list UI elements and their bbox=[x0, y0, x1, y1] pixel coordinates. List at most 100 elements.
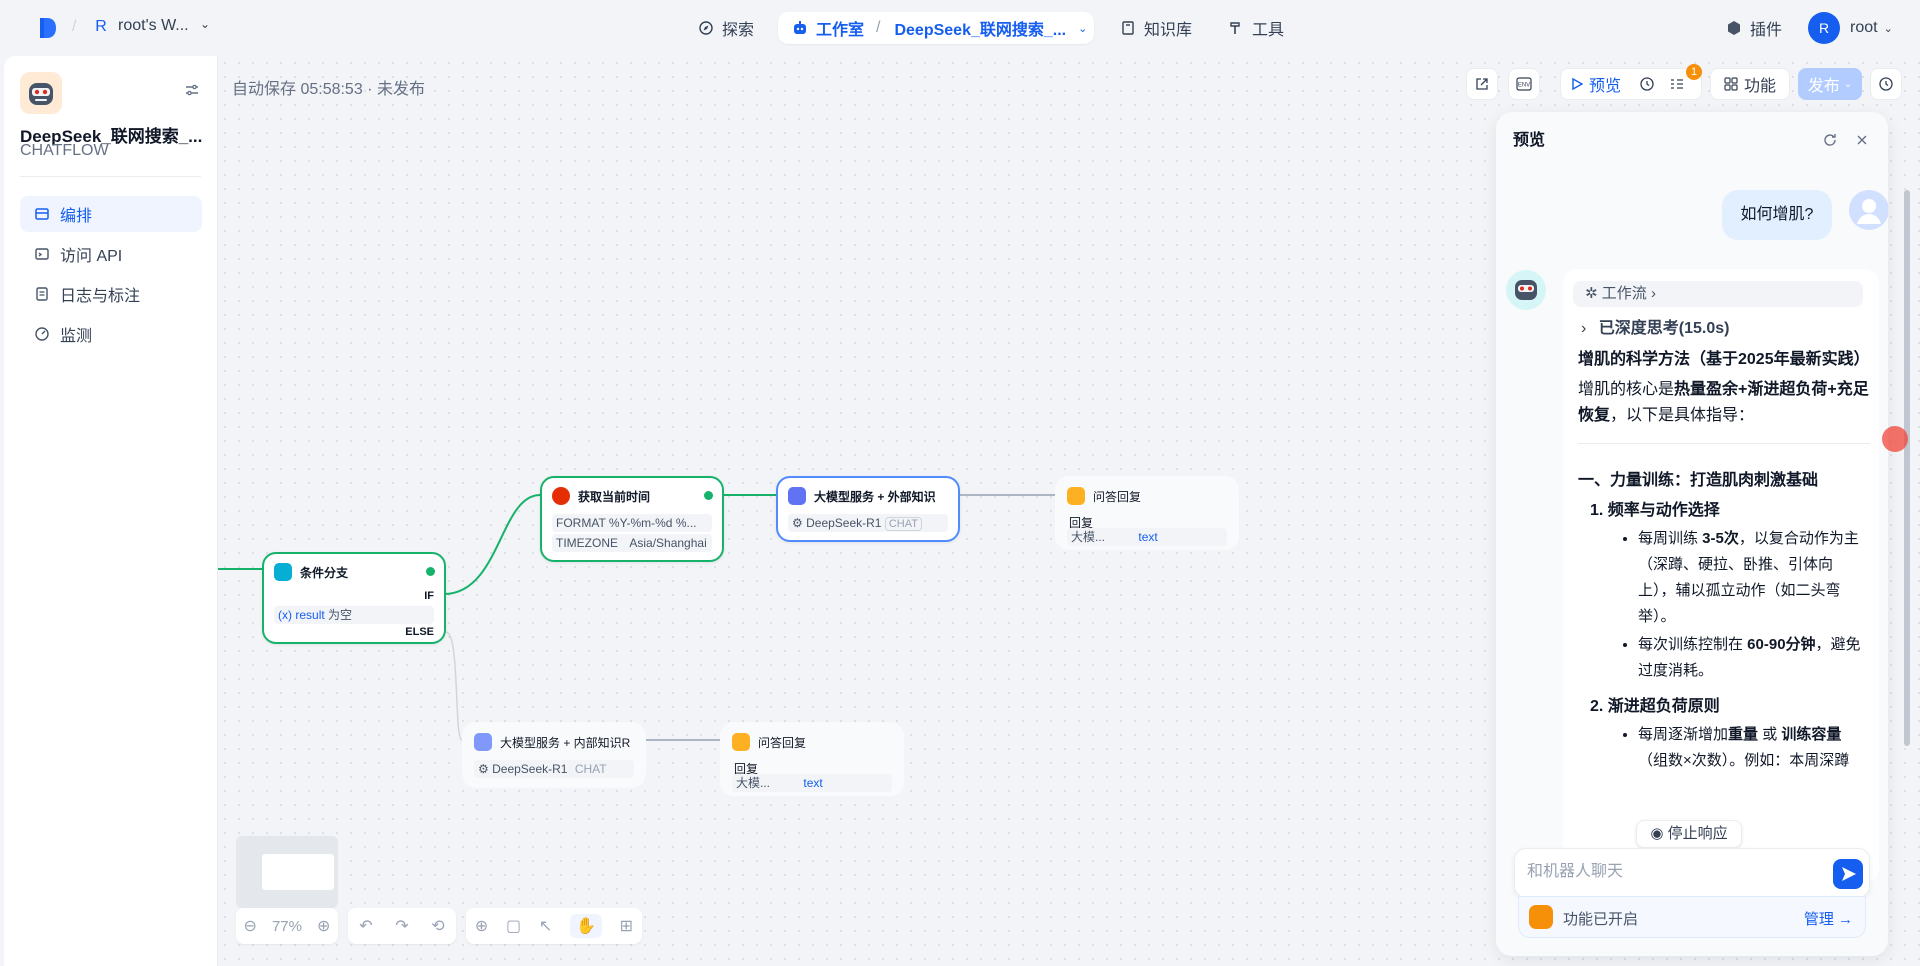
close-icon[interactable] bbox=[1854, 132, 1870, 148]
answer-icon bbox=[732, 733, 750, 751]
features-icon bbox=[1529, 905, 1553, 929]
refresh-icon[interactable] bbox=[1822, 132, 1838, 148]
panel-title: 预览 bbox=[1513, 132, 1546, 149]
bot-message: ✲ 工作流 › › 已深度思考(15.0s) 增肌的科学方法（基于2025年最新… bbox=[1563, 269, 1879, 883]
model-name: DeepSeek-R1 bbox=[806, 516, 882, 530]
scrollbar[interactable] bbox=[1904, 190, 1910, 746]
item-bold: 重量 bbox=[1728, 726, 1759, 743]
user-icon bbox=[1857, 199, 1881, 224]
model-row: ⚙ DeepSeek-R1 CHAT bbox=[474, 760, 634, 778]
manage-label: 管理 bbox=[1803, 911, 1834, 928]
node-current-time[interactable]: 获取当前时间 FORMAT %Y-%m-%d %... TIMEZONE Asi… bbox=[540, 476, 724, 562]
format-key: FORMAT bbox=[556, 516, 606, 530]
node-header: 大模型服务 + 外部知识 bbox=[788, 487, 936, 505]
list-item: 每周训练 3-5次，以复合动作为主（深蹲、硬拉、卧推、引体向上），辅以孤立动作（… bbox=[1638, 526, 1870, 630]
history-icon[interactable]: ⟲ bbox=[431, 916, 444, 936]
robot-face-icon bbox=[1515, 280, 1537, 300]
item-suffix: （组数×次数）。例如：本周深蹲 bbox=[1638, 752, 1850, 769]
bot-avatar bbox=[1506, 270, 1546, 310]
answer-heading: 增肌的科学方法（基于2025年最新实践） bbox=[1578, 351, 1870, 368]
node-header: 大模型服务 + 内部知识R bbox=[474, 733, 630, 751]
stop-label: 停止响应 bbox=[1667, 825, 1728, 842]
node-title: 条件分支 bbox=[300, 565, 349, 580]
minimap-viewport bbox=[262, 854, 334, 890]
pointer-icon[interactable]: ↖ bbox=[539, 916, 552, 936]
answer-source-row: 大模... text bbox=[732, 774, 892, 792]
chat-input-box[interactable] bbox=[1514, 848, 1870, 898]
node-title: 问答回复 bbox=[758, 735, 807, 750]
divider bbox=[1578, 443, 1870, 444]
thinking-toggle[interactable]: › 已深度思考(15.0s) bbox=[1581, 314, 1729, 338]
bullet-list: 每周逐渐增加重量 或 训练容量 （组数×次数）。例如：本周深蹲 bbox=[1578, 722, 1870, 774]
chevron-right-icon: › bbox=[1650, 285, 1656, 302]
send-icon bbox=[1842, 867, 1856, 881]
answer-source: 大模... bbox=[1071, 530, 1106, 544]
workflow-process-bar[interactable]: ✲ 工作流 › bbox=[1573, 281, 1863, 307]
model-mode: CHAT bbox=[574, 762, 607, 776]
hand-icon[interactable]: ✋ bbox=[570, 914, 602, 938]
stop-icon: ◉ bbox=[1650, 825, 1664, 842]
item-mid: 或 bbox=[1758, 726, 1782, 743]
workflow-label: 工作流 bbox=[1601, 285, 1647, 302]
node-header: 获取当前时间 bbox=[552, 487, 650, 505]
node-llm-internal[interactable]: 大模型服务 + 内部知识R ⚙ DeepSeek-R1 CHAT bbox=[462, 722, 646, 788]
node-header: 问答回复 bbox=[732, 733, 806, 751]
node-if-else[interactable]: 条件分支 IF (x) result 为空 ELSE bbox=[262, 552, 446, 644]
item-bold: 60-90分钟 bbox=[1747, 636, 1816, 653]
node-title: 大模型服务 + 内部知识R bbox=[500, 735, 631, 750]
model-name: DeepSeek-R1 bbox=[492, 762, 568, 776]
llm-icon bbox=[474, 733, 492, 751]
timezone-value: Asia/Shanghai bbox=[629, 536, 707, 550]
timezone-row: TIMEZONE Asia/Shanghai bbox=[552, 534, 712, 552]
history-controls: ↶ ↷ ⟲ bbox=[348, 908, 456, 944]
node-llm-external[interactable]: 大模型服务 + 外部知识 ⚙ DeepSeek-R1 CHAT bbox=[776, 476, 960, 542]
node-answer[interactable]: 问答回复 回复 大模... text bbox=[1055, 476, 1239, 550]
zoom-out-icon[interactable]: ⊖ bbox=[244, 916, 257, 936]
canvas-tools: ⊕ ▢ ↖ ✋ ⊞ bbox=[466, 908, 642, 944]
layout-organize-icon[interactable]: ⊞ bbox=[620, 916, 633, 936]
node-header: 问答回复 bbox=[1067, 487, 1141, 505]
list-item: 每周逐渐增加重量 或 训练容量 （组数×次数）。例如：本周深蹲 bbox=[1638, 722, 1870, 774]
minimap[interactable] bbox=[236, 836, 338, 908]
add-node-icon[interactable]: ⊕ bbox=[475, 916, 488, 936]
format-row: FORMAT %Y-%m-%d %... bbox=[552, 514, 712, 532]
format-value: %Y-%m-%d %... bbox=[608, 516, 697, 530]
item-prefix: 每周逐渐增加 bbox=[1638, 726, 1729, 743]
model-row: ⚙ DeepSeek-R1 CHAT bbox=[788, 514, 948, 532]
chat-input[interactable] bbox=[1527, 863, 1807, 881]
send-button[interactable] bbox=[1833, 859, 1863, 889]
success-check-icon bbox=[426, 567, 435, 576]
bullet-list: 每周训练 3-5次，以复合动作为主（深蹲、硬拉、卧推、引体向上），辅以孤立动作（… bbox=[1578, 526, 1870, 684]
zoom-level[interactable]: 77% bbox=[272, 918, 302, 935]
zoom-in-icon[interactable]: ⊕ bbox=[317, 916, 330, 936]
translate-icon[interactable] bbox=[1882, 426, 1908, 452]
answer-source-row: 大模... text bbox=[1067, 528, 1227, 546]
add-note-icon[interactable]: ▢ bbox=[506, 916, 521, 936]
condition-row: (x) result 为空 bbox=[274, 606, 434, 624]
zoom-control[interactable]: ⊖ 77% ⊕ bbox=[236, 908, 338, 944]
answer-icon bbox=[1067, 487, 1085, 505]
model-icon: ⚙ bbox=[478, 762, 489, 776]
manage-link[interactable]: 管理 → bbox=[1804, 908, 1853, 929]
chevron-right-icon: › bbox=[1581, 320, 1587, 337]
llm-icon bbox=[788, 487, 806, 505]
redo-icon[interactable]: ↷ bbox=[395, 916, 408, 936]
user-avatar bbox=[1849, 190, 1888, 230]
item-bold: 训练容量 bbox=[1781, 726, 1842, 743]
undo-icon[interactable]: ↶ bbox=[359, 916, 372, 936]
features-bar: 功能已开启 管理 → bbox=[1518, 896, 1866, 938]
spinner-icon: ✲ bbox=[1585, 285, 1598, 302]
user-message: 如何增肌? bbox=[1722, 190, 1832, 240]
sub-heading: 2. 渐进超负荷原则 bbox=[1590, 698, 1720, 715]
item-prefix: 每周训练 bbox=[1638, 530, 1703, 547]
sub-heading: 1. 频率与动作选择 bbox=[1590, 502, 1720, 519]
features-status: 功能已开启 bbox=[1563, 911, 1639, 928]
condition-var: result bbox=[295, 608, 325, 622]
node-answer[interactable]: 问答回复 回复 大模... text bbox=[720, 722, 904, 796]
node-title: 获取当前时间 bbox=[578, 489, 651, 504]
timezone-key: TIMEZONE bbox=[556, 536, 618, 550]
condition-op: 为空 bbox=[328, 608, 353, 622]
list-item: 每次训练控制在 60-90分钟，避免过度消耗。 bbox=[1638, 632, 1870, 684]
stop-response-button[interactable]: ◉ 停止响应 bbox=[1636, 820, 1742, 848]
answer-var: text bbox=[1138, 530, 1158, 544]
